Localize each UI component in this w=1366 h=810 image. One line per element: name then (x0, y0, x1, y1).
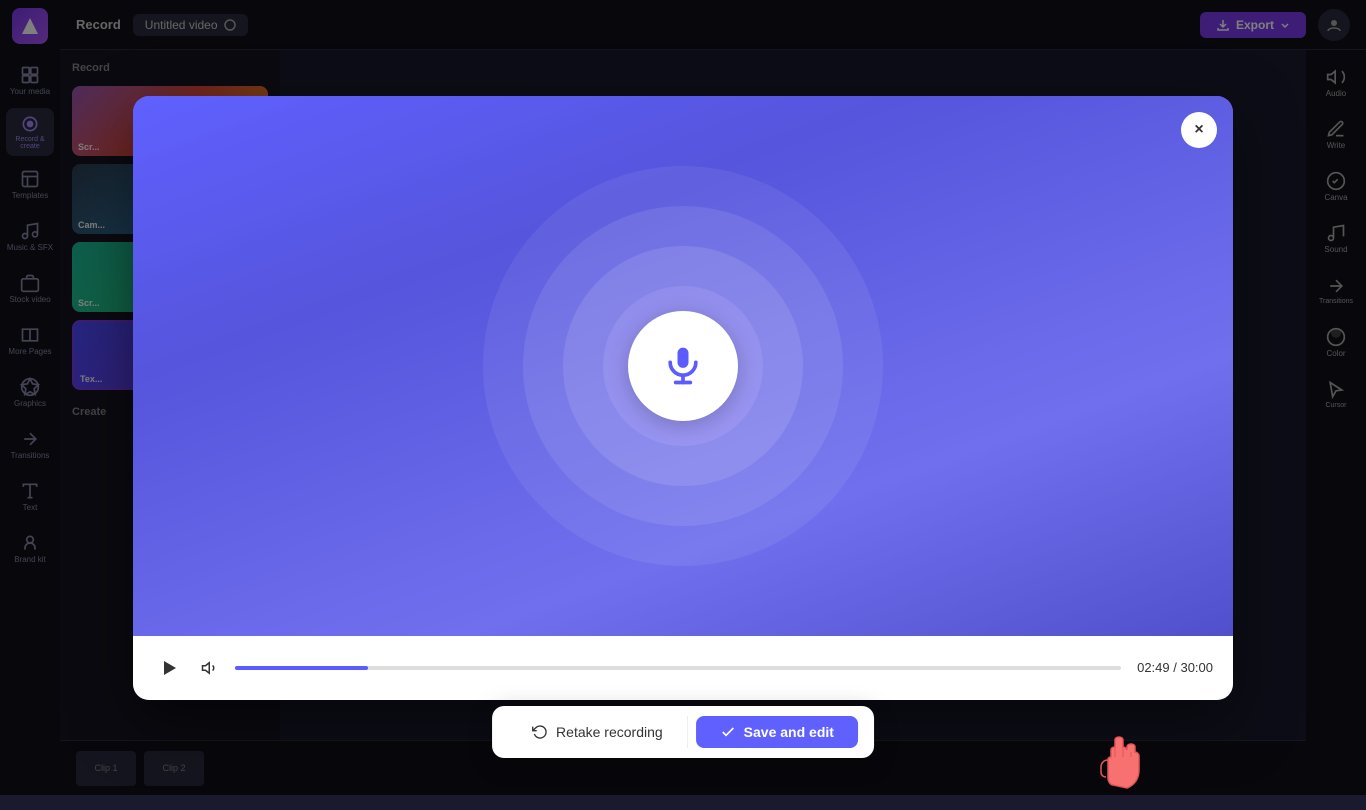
time-display: 02:49 / 30:00 (1137, 660, 1213, 675)
playback-bar: 02:49 / 30:00 (133, 636, 1233, 700)
save-and-edit-button[interactable]: Save and edit (696, 716, 858, 748)
play-button[interactable] (153, 652, 185, 684)
cursor-hand (1088, 725, 1153, 810)
modal-close-button[interactable]: × (1181, 112, 1217, 148)
mic-center (628, 311, 738, 421)
check-icon (720, 724, 736, 740)
recording-visual (133, 96, 1233, 636)
modal-overlay: × (0, 0, 1366, 795)
progress-fill (235, 666, 368, 670)
microphone-icon (661, 344, 705, 388)
retake-recording-button[interactable]: Retake recording (508, 716, 688, 748)
retake-icon (532, 724, 548, 740)
volume-button[interactable] (201, 659, 219, 677)
progress-bar[interactable] (235, 666, 1121, 670)
audio-circles (483, 166, 883, 566)
action-buttons-container: Retake recording Save and edit (492, 706, 874, 758)
recording-modal: × (133, 96, 1233, 700)
modal-wrapper: × (133, 96, 1233, 700)
